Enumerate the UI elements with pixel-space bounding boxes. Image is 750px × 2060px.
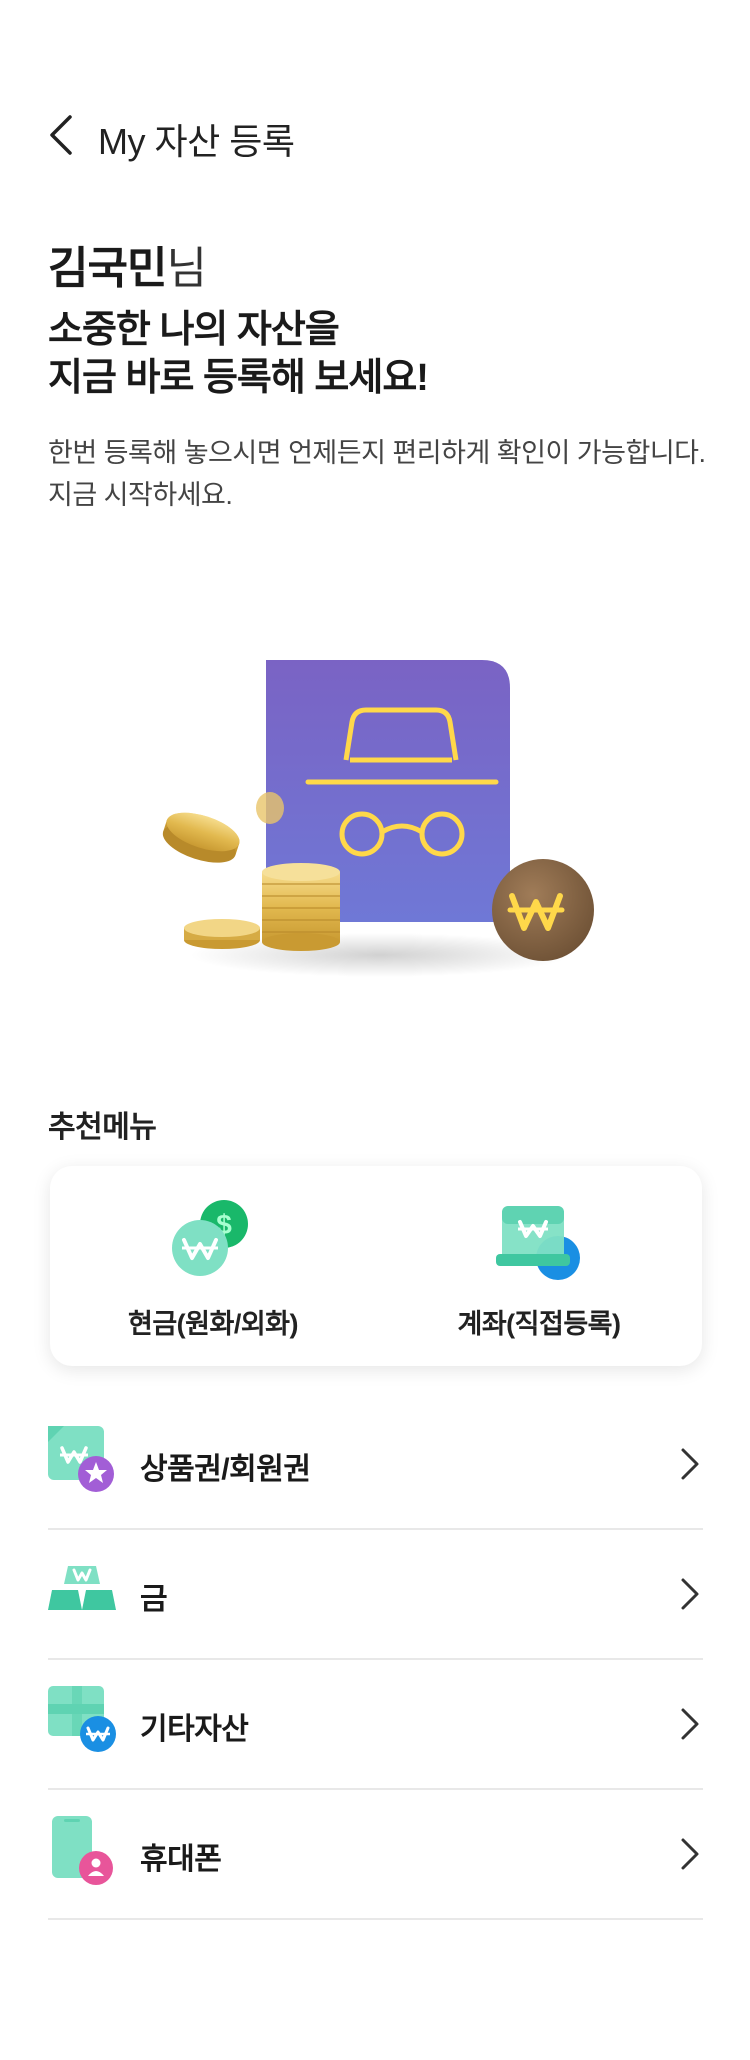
recommended-item-account[interactable]: 계좌(직접등록): [376, 1166, 702, 1366]
my-asset-registration-page: My 자산 등록 김국민님 소중한 나의 자산을 지금 바로 등록해 보세요! …: [0, 0, 750, 2060]
user-name: 김국민: [48, 244, 167, 293]
other-assets-icon: [48, 1686, 116, 1752]
chevron-left-icon: [50, 115, 72, 155]
gold-bars-icon: [48, 1566, 116, 1610]
back-button[interactable]: [44, 113, 84, 157]
coin-stack: [184, 863, 340, 951]
header: My 자산 등록: [0, 95, 750, 175]
account-wallet-icon: [496, 1206, 580, 1280]
phone-icon: [52, 1816, 113, 1885]
chevron-right-icon: [681, 1578, 699, 1610]
description-line-1: 한번 등록해 놓으시면 언제든지 편리하게 확인이 가능합니다.: [48, 438, 706, 468]
list-item-other-assets[interactable]: 기타자산: [48, 1660, 703, 1790]
greeting: 김국민님: [48, 232, 207, 296]
list-item-gold-label: 금: [140, 1583, 168, 1616]
recommended-item-cash[interactable]: $ 현금(원화/외화): [50, 1166, 376, 1366]
list-item-gift-card-label: 상품권/회원권: [140, 1453, 311, 1486]
hero-illustration: [130, 640, 630, 1000]
chevron-right-icon: [681, 1448, 699, 1480]
description: 한번 등록해 놓으시면 언제든지 편리하게 확인이 가능합니다. 지금 시작하세…: [48, 432, 718, 516]
list-item-other-assets-label: 기타자산: [140, 1713, 249, 1746]
hero-illustration-svg: [162, 660, 594, 977]
user-name-suffix: 님: [166, 244, 206, 293]
recommended-item-cash-label: 현금(원화/외화): [127, 1309, 299, 1339]
recommended-card: $ 현금(원화/외화) 계좌(직접등록): [50, 1166, 702, 1366]
chevron-right-icon: [681, 1838, 699, 1870]
headline-line-2: 지금 바로 등록해 보세요!: [48, 357, 429, 399]
headline-line-1: 소중한 나의 자산을: [48, 309, 340, 351]
cash-won-dollar-icon: $: [172, 1200, 248, 1276]
page-title: My 자산 등록: [98, 121, 295, 162]
list-item-gift-card[interactable]: 상품권/회원권: [48, 1400, 703, 1530]
gift-card-icon: [48, 1426, 114, 1492]
chevron-right-icon: [681, 1708, 699, 1740]
list-item-gold[interactable]: 금: [48, 1530, 703, 1660]
won-coin: [492, 859, 594, 961]
recommended-item-account-label: 계좌(직접등록): [457, 1309, 621, 1339]
recommended-title: 추천메뉴: [48, 1111, 157, 1144]
description-line-2: 지금 시작하세요.: [48, 480, 233, 510]
asset-list: 상품권/회원권 금 기타자산 휴대폰: [48, 1400, 703, 1920]
list-item-phone-label: 휴대폰: [140, 1843, 222, 1876]
headline: 소중한 나의 자산을 지금 바로 등록해 보세요!: [48, 306, 429, 402]
list-item-phone[interactable]: 휴대폰: [48, 1790, 703, 1920]
